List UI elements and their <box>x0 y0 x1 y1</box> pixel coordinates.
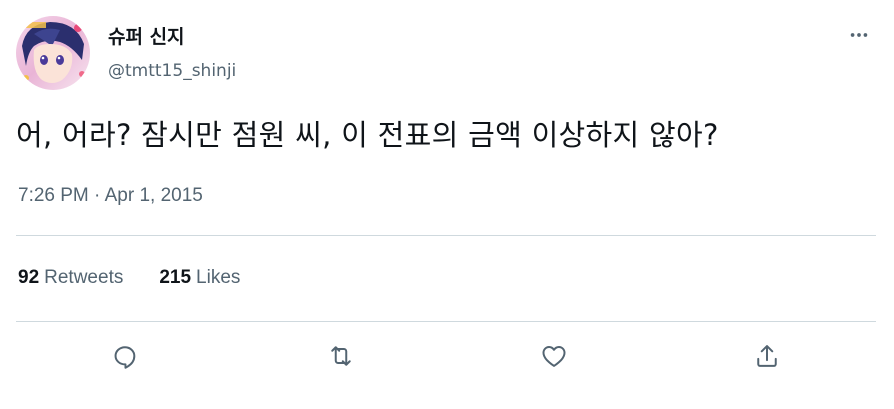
retweets-label: Retweets <box>44 267 124 288</box>
avatar-image <box>16 16 90 90</box>
divider <box>16 321 876 322</box>
avatar[interactable] <box>16 16 90 90</box>
more-dots-icon <box>850 33 868 37</box>
share-icon <box>757 345 777 367</box>
engagement-stats: 92 Retweets 215 Likes <box>18 266 240 290</box>
retweet-button[interactable] <box>323 338 359 374</box>
likes-label: Likes <box>196 267 241 288</box>
like-button[interactable] <box>536 338 572 374</box>
divider <box>16 235 876 236</box>
likes-count: 215 <box>159 267 192 288</box>
retweets-count: 92 <box>18 267 40 288</box>
display-name[interactable]: 슈퍼 신지 <box>108 25 185 49</box>
reply-button[interactable] <box>107 338 143 374</box>
more-options-button[interactable] <box>844 20 874 50</box>
retweet-icon <box>331 346 351 366</box>
tweet-text: 어, 어라? 잠시만 점원 씨, 이 전표의 금액 이상하지 않아? <box>16 118 719 152</box>
retweets-stat[interactable]: 92 Retweets <box>18 266 123 290</box>
reply-icon <box>114 346 136 369</box>
tweet-timestamp[interactable]: 7:26 PM · Apr 1, 2015 <box>18 184 203 208</box>
share-button[interactable] <box>749 338 785 374</box>
user-handle[interactable]: @tmtt15_shinji <box>108 60 236 82</box>
likes-stat[interactable]: 215 Likes <box>159 266 240 290</box>
heart-icon <box>542 346 566 367</box>
